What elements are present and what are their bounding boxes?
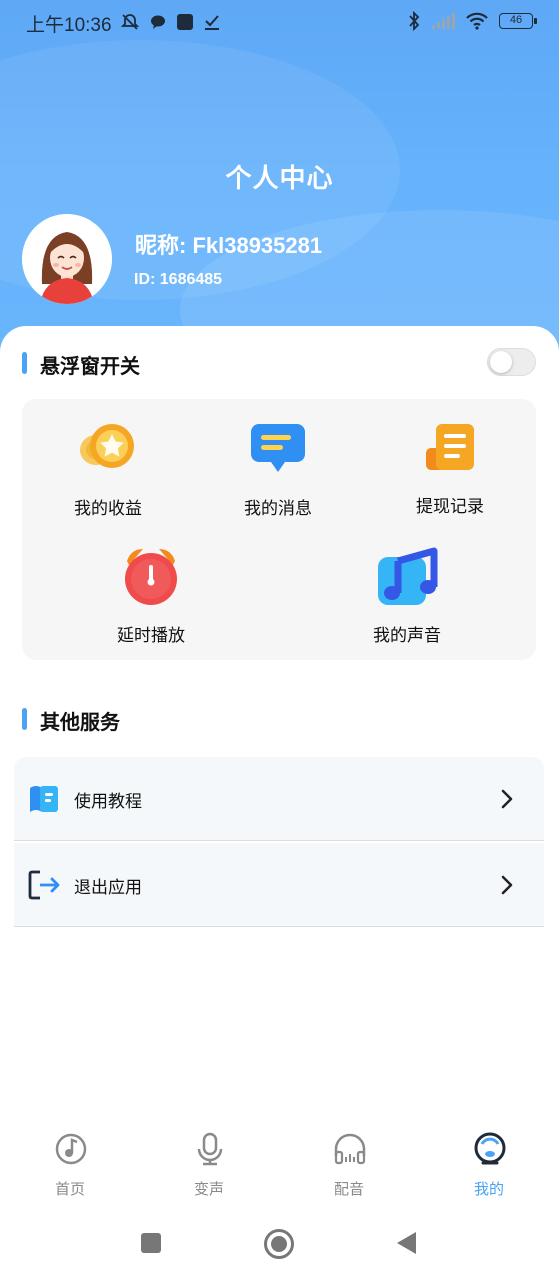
list-item-label: 使用教程 xyxy=(74,792,142,812)
section-indicator xyxy=(22,352,27,374)
grid-item-label: 延时播放 xyxy=(117,626,185,646)
nav-label: 首页 xyxy=(54,1180,85,1198)
app-square-icon xyxy=(177,14,193,30)
status-time: 上午10:36 xyxy=(26,15,112,36)
user-id: ID: 1686485 xyxy=(134,271,223,288)
message-bubble-icon xyxy=(251,424,305,472)
headphones-icon xyxy=(334,1133,366,1165)
other-services-title: 其他服务 xyxy=(40,710,120,734)
download-check-icon xyxy=(205,15,219,30)
bottom-nav: 首页 变声 配音 我的 xyxy=(0,1124,559,1206)
back-button-icon[interactable] xyxy=(394,1230,418,1256)
nav-item-home[interactable]: 首页 xyxy=(30,1124,110,1206)
nav-item-mine[interactable]: 我的 xyxy=(449,1124,529,1206)
microphone-icon xyxy=(197,1132,223,1166)
list-item-exit-app[interactable]: 退出应用 xyxy=(14,843,544,927)
system-nav-bar xyxy=(0,1206,559,1280)
chevron-right-icon xyxy=(501,875,513,895)
list-item-label: 退出应用 xyxy=(74,878,142,898)
home-button-icon[interactable] xyxy=(263,1228,295,1260)
nav-label: 变声 xyxy=(193,1180,224,1198)
grid-item-label: 我的收益 xyxy=(74,499,142,519)
alarm-clock-icon xyxy=(125,549,177,605)
grid-item-label: 我的消息 xyxy=(244,499,312,519)
battery-indicator: 46 xyxy=(499,13,537,29)
avatar-illustration xyxy=(22,214,112,304)
status-notification-icons xyxy=(120,12,220,32)
grid-item-messages[interactable]: 我的消息 xyxy=(218,418,338,522)
mute-icon xyxy=(120,14,140,30)
recent-apps-icon[interactable] xyxy=(140,1232,162,1254)
chat-icon xyxy=(151,15,165,29)
music-note-icon xyxy=(378,547,438,605)
music-disc-icon xyxy=(55,1133,87,1165)
toggle-knob xyxy=(490,351,512,373)
profile-icon xyxy=(474,1132,506,1165)
record-list-icon xyxy=(426,424,474,470)
list-item-tutorial[interactable]: 使用教程 xyxy=(14,757,544,841)
nav-item-dubbing[interactable]: 配音 xyxy=(309,1124,389,1206)
avatar[interactable] xyxy=(22,214,112,304)
grid-item-my-voice[interactable]: 我的声音 xyxy=(347,543,467,647)
grid-item-label: 我的声音 xyxy=(373,626,441,646)
floating-window-title: 悬浮窗开关 xyxy=(40,354,140,378)
signal-icon xyxy=(432,13,455,29)
grid-item-earnings[interactable]: 我的收益 xyxy=(48,418,168,522)
grid-item-label: 提现记录 xyxy=(416,497,484,517)
logout-icon xyxy=(28,870,60,900)
section-indicator xyxy=(22,708,27,730)
grid-item-withdraw-records[interactable]: 提现记录 xyxy=(390,418,510,522)
floating-window-toggle[interactable] xyxy=(487,348,536,376)
page-title: 个人中心 xyxy=(225,164,334,194)
nav-label: 我的 xyxy=(473,1180,504,1198)
bluetooth-icon xyxy=(409,11,420,31)
nav-item-voice-change[interactable]: 变声 xyxy=(169,1124,249,1206)
coin-star-icon xyxy=(80,424,134,468)
status-bar: 上午10:36 46 xyxy=(0,0,559,44)
book-icon xyxy=(30,786,58,812)
chevron-right-icon xyxy=(501,789,513,809)
nav-label: 配音 xyxy=(333,1180,364,1198)
wifi-icon xyxy=(466,12,488,30)
nickname: 昵称: Fkl38935281 xyxy=(135,233,323,258)
grid-item-delayed-playback[interactable]: 延时播放 xyxy=(91,543,211,647)
status-system-icons: 46 xyxy=(407,11,537,31)
